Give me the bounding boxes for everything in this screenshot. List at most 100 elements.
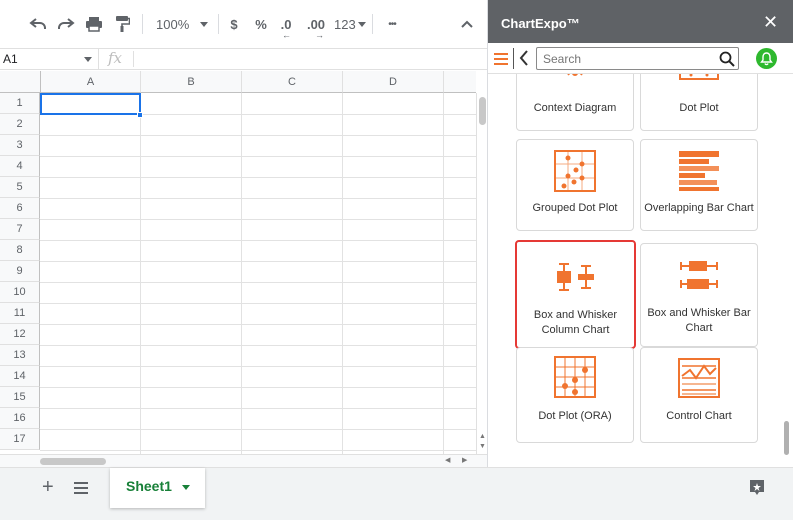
grid-line <box>342 93 343 454</box>
row-header[interactable]: 17 <box>0 429 40 450</box>
back-icon[interactable] <box>519 50 529 71</box>
toolbar-divider <box>142 14 143 34</box>
chart-card-label: Dot Plot (ORA) <box>538 410 612 422</box>
fx-icon: fx <box>108 49 123 67</box>
row-header[interactable]: 7 <box>0 219 40 240</box>
row-header[interactable]: 9 <box>0 261 40 282</box>
grid-line <box>40 345 476 346</box>
panel-scrollbar[interactable] <box>782 74 792 467</box>
grid-line <box>40 450 476 451</box>
row-header[interactable]: 10 <box>0 282 40 303</box>
redo-icon[interactable] <box>56 13 76 35</box>
print-icon[interactable] <box>84 13 104 35</box>
row-header[interactable]: 3 <box>0 135 40 156</box>
collapse-toolbar-icon[interactable] <box>459 13 475 35</box>
chart-card-label: Overlapping Bar Chart <box>644 202 754 214</box>
sheet-tab-sheet1[interactable]: Sheet1 <box>110 468 205 508</box>
sheet-tab-label: Sheet1 <box>126 478 172 494</box>
search-input[interactable]: Search <box>536 47 739 70</box>
scroll-down-icon[interactable]: ▼ <box>479 443 486 450</box>
grid-horizontal-scrollbar[interactable]: ◀ ▶ <box>0 454 487 467</box>
context-diagram-icon <box>567 74 583 76</box>
grid-line <box>40 282 476 283</box>
column-header[interactable]: D <box>343 71 444 93</box>
panel-header: ChartExpo™ ✕ <box>488 0 793 43</box>
chart-card-grouped-dot-plot[interactable]: Grouped Dot Plot <box>516 139 634 231</box>
chart-card-label: Box and Whisker Column Chart <box>533 309 618 336</box>
close-icon[interactable]: ✕ <box>763 13 778 31</box>
decrease-decimal-button[interactable]: .0 ← <box>277 13 295 41</box>
chevron-down-icon <box>84 57 92 62</box>
fill-handle[interactable] <box>137 112 143 118</box>
row-header[interactable]: 14 <box>0 366 40 387</box>
scrollbar-thumb[interactable] <box>479 97 486 125</box>
more-options-button[interactable]: ••• <box>383 13 401 35</box>
chevron-down-icon <box>200 22 208 27</box>
select-all-corner[interactable] <box>0 71 41 93</box>
hamburger-menu-icon[interactable] <box>494 52 508 70</box>
chevron-down-icon <box>182 485 190 490</box>
row-header[interactable]: 11 <box>0 303 40 324</box>
grid-vertical-scrollbar[interactable]: ▲ ▼ <box>476 93 487 454</box>
panel-title: ChartExpo™ <box>501 16 580 31</box>
grid-line <box>40 324 476 325</box>
add-sheet-button[interactable]: + <box>42 476 54 499</box>
chart-card-label: Context Diagram <box>533 102 617 114</box>
chart-card-label: Dot Plot <box>679 102 719 114</box>
chart-card-box-whisker-bar[interactable]: Box and Whisker Bar Chart <box>640 243 758 347</box>
chart-card-context-diagram[interactable]: Context Diagram <box>516 74 634 131</box>
chart-gallery: Context Diagram Dot Plot Grouped Dot Plo… <box>488 74 780 467</box>
chart-card-dot-plot-ora[interactable]: Dot Plot (ORA) <box>516 347 634 443</box>
overlapping-bar-chart-icon <box>679 151 719 191</box>
row-header[interactable]: 6 <box>0 198 40 219</box>
bell-icon <box>760 51 773 65</box>
row-header[interactable]: 2 <box>0 114 40 135</box>
column-header[interactable]: A <box>41 71 141 93</box>
grid-line <box>40 429 476 430</box>
explore-icon[interactable] <box>748 479 766 502</box>
search-placeholder: Search <box>543 52 582 66</box>
grouped-dot-plot-icon <box>554 150 596 192</box>
name-box[interactable]: A1 <box>0 49 99 69</box>
column-header[interactable]: B <box>141 71 242 93</box>
row-header[interactable]: 16 <box>0 408 40 429</box>
notification-button[interactable] <box>756 48 777 69</box>
more-formats-select[interactable]: 123 <box>334 13 366 35</box>
row-header[interactable]: 15 <box>0 387 40 408</box>
all-sheets-icon[interactable] <box>74 481 88 499</box>
scrollbar-thumb[interactable] <box>40 458 106 465</box>
zoom-select[interactable]: 100% <box>156 13 214 35</box>
chart-card-box-whisker-column[interactable]: Box and Whisker Column Chart <box>515 240 636 349</box>
row-header[interactable]: 8 <box>0 240 40 261</box>
scroll-right-icon[interactable]: ▶ <box>462 456 467 464</box>
row-header[interactable]: 13 <box>0 345 40 366</box>
column-header[interactable]: C <box>242 71 343 93</box>
grid-line <box>40 177 476 178</box>
grid-line <box>40 387 476 388</box>
box-whisker-bar-icon <box>680 261 718 289</box>
selected-cell-a1[interactable] <box>40 93 141 115</box>
row-header[interactable]: 4 <box>0 156 40 177</box>
column-header[interactable] <box>444 71 476 93</box>
toolbar-divider <box>218 14 219 34</box>
more-formats-label: 123 <box>334 16 356 32</box>
chartexpo-panel: ChartExpo™ ✕ Search Context Diagram Dot … <box>487 0 793 467</box>
row-header[interactable]: 1 <box>0 93 40 114</box>
chevron-down-icon <box>358 22 366 27</box>
spreadsheet-grid[interactable]: A B C D 1 2 3 4 5 6 7 8 9 10 11 12 13 14… <box>0 71 476 454</box>
chart-card-dot-plot[interactable]: Dot Plot <box>640 74 758 131</box>
currency-format-button[interactable]: $ <box>227 13 241 35</box>
chart-card-overlapping-bar-chart[interactable]: Overlapping Bar Chart <box>640 139 758 231</box>
chart-card-control-chart[interactable]: Control Chart <box>640 347 758 443</box>
row-header[interactable]: 5 <box>0 177 40 198</box>
search-icon[interactable] <box>719 51 735 72</box>
increase-decimal-button[interactable]: .00 → <box>305 13 327 41</box>
chart-card-label: Grouped Dot Plot <box>532 202 618 214</box>
scrollbar-thumb[interactable] <box>784 421 789 455</box>
row-header[interactable]: 12 <box>0 324 40 345</box>
scroll-left-icon[interactable]: ◀ <box>445 456 450 464</box>
paint-format-icon[interactable] <box>112 13 132 35</box>
percent-format-button[interactable]: % <box>253 13 269 35</box>
scroll-up-icon[interactable]: ▲ <box>479 433 486 440</box>
undo-icon[interactable] <box>28 13 48 35</box>
